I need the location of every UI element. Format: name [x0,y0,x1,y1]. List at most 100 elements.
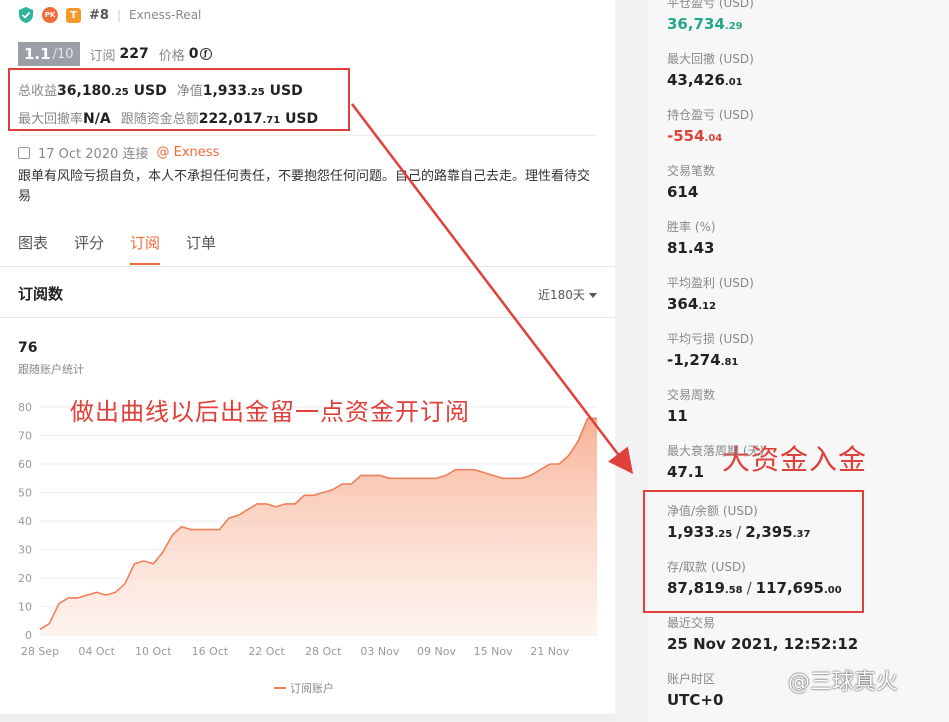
metric-value: 36,734.29 [667,15,743,33]
timezone: 账户时区 UTC+0 [667,670,723,709]
follow-funds-value: 222,017.71 USD [198,111,319,127]
x-tick-label: 16 Oct [192,645,229,658]
series-area [40,418,597,635]
y-tick-label: 40 [18,515,32,528]
x-tick-label: 22 Oct [248,645,285,658]
equity-label: 净值 [176,84,203,99]
deposit-highlight-box [643,490,864,613]
max-drawdown-label: 最大回撤率 [18,112,84,127]
y-tick-label: 70 [18,430,32,443]
metric-value: 614 [667,183,699,201]
subscription-count: 76 [18,340,38,356]
last-trade: 最近交易 25 Nov 2021, 12:52:12 [667,614,858,653]
header-row: PK T #8 | Exness-Real [18,6,201,24]
calendar-icon [18,146,30,159]
metric-label: 最大衰落周期 (天) [667,444,765,458]
broker-link[interactable]: @ Exness [157,145,220,160]
metric-value: -554.04 [667,127,723,145]
shield-check-icon [19,7,33,23]
follow-funds-label: 跟随资金总额 [120,112,199,127]
last-trade-label: 最近交易 [667,616,716,630]
header-separator: | [116,8,121,22]
stats-line-2: 最大回撤率 N/A 跟随资金总额 222,017.71 USD [18,108,318,127]
subscription-count-label: 跟随账户统计 [18,363,84,376]
stats-line-1: 总收益 36,180.25 USD 净值 1,933.25 USD [18,80,303,99]
y-tick-label: 50 [18,487,32,500]
subscription-chart: 0 10 20 30 40 50 60 70 80 28 Sep 04 Oct 10 Oct 16 Oc… [18,401,597,695]
account-server: Exness-Real [129,8,202,22]
t-badge-icon: T [66,7,81,23]
tab-orders[interactable]: 订单 [186,232,216,265]
metric-value: 47.1 [667,463,705,481]
metric-label: 最大回撤 (USD) [667,52,754,66]
watermark: @三球真火 [788,670,899,695]
metric-label: 交易笔数 [667,164,716,178]
x-tick-label: 28 Sep [21,645,59,658]
tab-rating[interactable]: 评分 [74,232,104,265]
price-value: 0ƒ [189,46,212,62]
metric-label: 交易周数 [667,388,716,402]
subs-label: 订阅 [89,48,116,64]
metric-label: 平仓盈亏 (USD) [667,0,754,10]
rank-label: #8 [89,7,109,23]
column-gap [615,0,648,722]
timezone-value: UTC+0 [667,691,724,709]
y-tick-label: 10 [18,601,32,614]
equity-value: 1,933.25 USD [202,83,303,99]
price-label: 价格 [158,48,185,64]
metric-label: 持仓盈亏 (USD) [667,108,754,122]
max-drawdown-value: N/A [83,111,111,127]
tabs-underline [0,266,615,267]
caret-down-icon [588,293,597,298]
x-tick-label: 28 Oct [305,645,342,658]
x-tick-label: 04 Oct [78,645,115,658]
tab-bar: 图表 评分 订阅 订单 [18,232,216,265]
metric-value: 43,426.01 [667,71,743,89]
tab-chart[interactable]: 图表 [18,232,48,265]
total-profit-value: 36,180.25 USD [57,83,167,99]
metric-item: 平均亏损 (USD) -1,274.81 [667,330,754,369]
strategy-description: 跟单有风险亏损自负，本人不承担任何责任，不要抱怨任何问题。自己的路靠自己去走。理… [18,169,591,204]
section-title: 订阅数 [18,285,64,303]
legend-label: 订阅账户 [290,681,334,695]
y-tick-label: 30 [18,544,32,557]
metric-item: 持仓盈亏 (USD) -554.04 [667,106,754,145]
metric-item: 平均盈利 (USD) 364.12 [667,274,754,313]
metric-value: 81.43 [667,239,715,257]
metric-item: 最大衰落周期 (天) 47.1 [667,442,764,481]
y-tick-label: 20 [18,572,32,585]
subs-value: 227 [119,46,149,62]
annotation-left: 做出曲线以后出金留一点资金开订阅 [70,398,470,426]
metric-value: 364.12 [667,295,717,313]
y-tick-label: 80 [18,401,32,414]
pk-badge-icon: PK [42,7,58,23]
y-tick-label: 0 [25,629,32,642]
y-tick-label: 60 [18,458,32,471]
divider [18,135,596,136]
summary-row: 1.1 /10 订阅 227 价格 0ƒ [18,42,212,66]
period-select[interactable]: 近180天 [538,286,597,303]
metric-item: 最大回撤 (USD) 43,426.01 [667,50,754,89]
x-tick-label: 09 Nov [417,645,456,658]
metric-label: 平均亏损 (USD) [667,332,754,346]
x-tick-label: 03 Nov [360,645,399,658]
x-tick-label: 21 Nov [530,645,569,658]
bottom-scroll-area [0,714,615,722]
metric-value: -1,274.81 [667,351,739,369]
metric-item: 平仓盈亏 (USD) 36,734.29 [667,0,754,33]
x-tick-label: 15 Nov [474,645,513,658]
metric-item: 交易笔数 614 [667,162,715,201]
tab-subscriptions[interactable]: 订阅 [130,232,161,265]
total-profit-label: 总收益 [18,84,58,99]
connect-date: 17 Oct 2020 连接 [38,147,149,162]
section-divider [0,317,615,318]
metric-item: 胜率 (%) 81.43 [667,218,716,257]
score-value: 1.1 [24,45,51,63]
x-tick-label: 10 Oct [135,645,172,658]
coin-icon: ƒ [199,48,212,60]
metric-item: 交易周数 11 [667,386,715,425]
score-badge: 1.1 /10 [18,42,80,66]
connection-meta: 17 Oct 2020 连接 @ Exness [18,143,219,162]
timezone-label: 账户时区 [667,672,716,686]
metric-label: 胜率 (%) [667,220,716,234]
